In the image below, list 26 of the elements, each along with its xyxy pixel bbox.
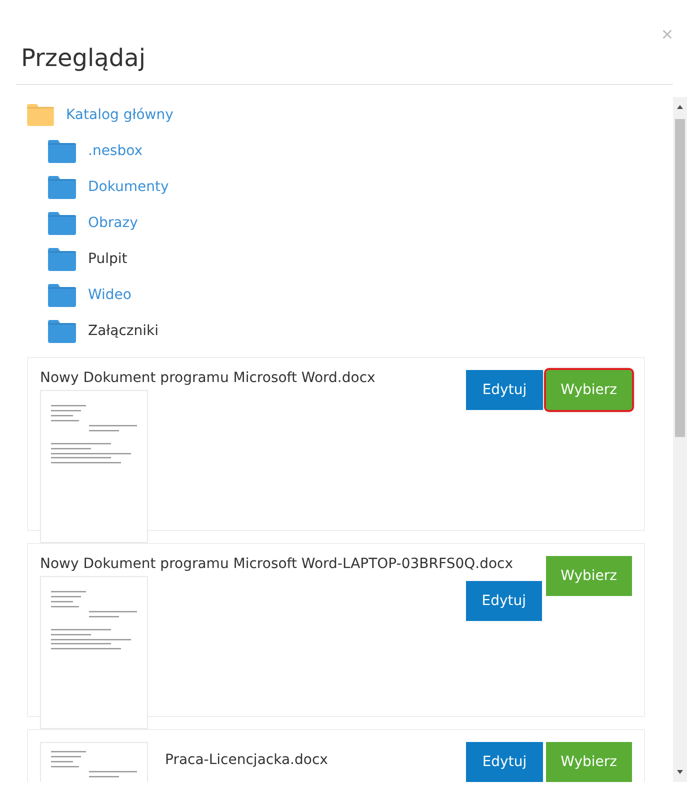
file-name: Praca-Licencjacka.docx <box>165 751 328 768</box>
file-name: Nowy Dokument programu Microsoft Word-LAPTOP-03BRFS0Q.docx <box>40 556 514 572</box>
file-name: Nowy Dokument programu Microsoft Word.docx <box>40 370 376 386</box>
folder-icon <box>48 140 76 162</box>
edit-button[interactable]: Edytuj <box>466 370 543 410</box>
folder-link[interactable]: Obrazy <box>88 215 138 231</box>
scrollbar[interactable] <box>673 97 687 782</box>
folder-link[interactable]: Katalog główny <box>66 107 174 123</box>
folder-icon <box>48 284 76 306</box>
folder-icon <box>48 212 76 234</box>
select-button[interactable]: Wybierz <box>546 742 632 782</box>
folder-link[interactable]: Pulpit <box>88 251 128 267</box>
close-button[interactable]: × <box>661 24 673 47</box>
edit-button[interactable]: Edytuj <box>466 742 543 782</box>
dialog-title: Przeglądaj <box>21 44 146 72</box>
folder-icon <box>27 104 54 126</box>
folder-link[interactable]: Załączniki <box>88 323 159 339</box>
folder-icon <box>48 320 76 342</box>
folder-link[interactable]: .nesbox <box>88 143 143 159</box>
select-button[interactable]: Wybierz <box>546 370 632 410</box>
edit-button[interactable]: Edytuj <box>466 581 542 621</box>
folder-link[interactable]: Wideo <box>88 287 132 303</box>
folder-icon <box>48 176 76 198</box>
select-button[interactable]: Wybierz <box>546 556 632 596</box>
folder-link[interactable]: Dokumenty <box>88 179 169 195</box>
folder-icon <box>48 248 76 270</box>
